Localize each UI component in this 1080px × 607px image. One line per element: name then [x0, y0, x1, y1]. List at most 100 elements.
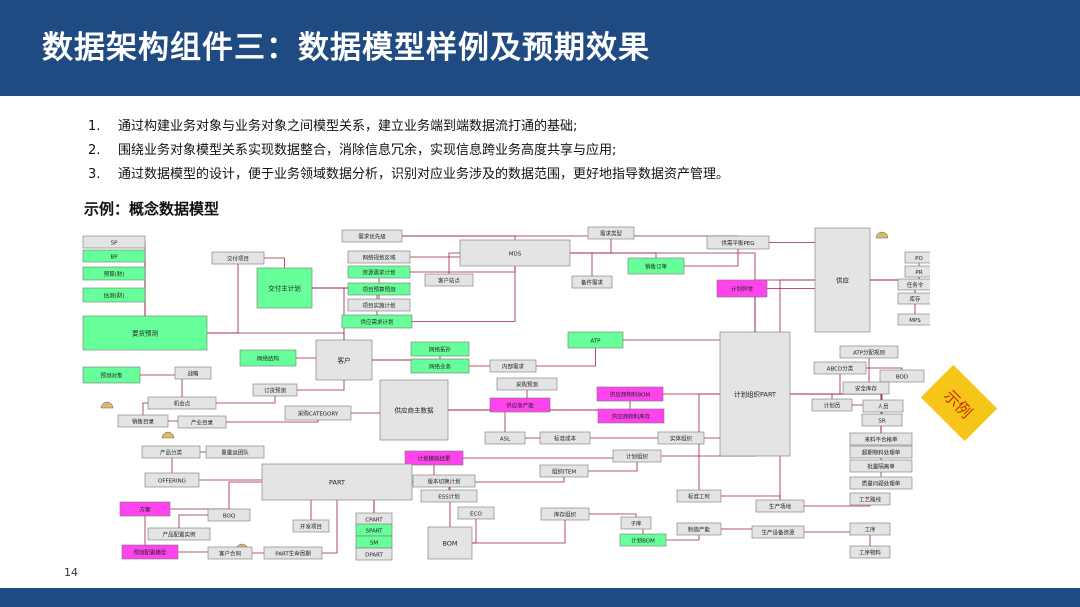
entity-label: 供应商主数据 [395, 405, 435, 414]
entity-label: 计划组织PART [734, 389, 776, 398]
entity-sccd: 生产场地 [755, 499, 805, 513]
entity-label: 采购预测 [516, 380, 539, 388]
entity-label: 安全库存 [855, 384, 878, 392]
entity-gy: 供应 [814, 227, 871, 333]
entity-label: 方案 [139, 505, 151, 513]
entity-bjxq: 备件需求 [571, 275, 613, 289]
entity-gyxqjh: 供应需求计划 [341, 314, 413, 329]
entity-label: ESS计划 [438, 492, 459, 500]
entity-label: 开发项目 [300, 522, 322, 530]
entity-zl: 战略 [174, 366, 212, 380]
entity-label: MPS [909, 318, 921, 324]
entity-boxes: SP BP 预算(财) 估测(财) 要货预测 交付项目交付主计划 需求优先级网络规划区域资源… [82, 226, 930, 561]
entity-label: 工序物料 [859, 548, 882, 556]
entity-atpfp: ATP分配规则 [839, 345, 899, 359]
entity-cgyc: 采购预测 [496, 377, 558, 391]
entity-cpfl: 产品分类 [141, 445, 201, 459]
entity-label: 项目实施计划 [362, 301, 395, 309]
entity-label: 战略 [187, 369, 199, 377]
entity-eco: ECO [457, 506, 495, 520]
entity-gsc: 估测(财) [82, 287, 146, 303]
entity-label: BP [110, 254, 118, 260]
entity-zyxqjh: 资源需求计划 [347, 265, 411, 279]
entity-label: 产品分类 [160, 448, 183, 456]
entity-gxwl: 工序物料 [849, 545, 891, 559]
example-heading: 示例：概念数据模型 [84, 200, 220, 218]
entity-label: 需求优先级 [358, 232, 386, 240]
page-title: 数据架构组件三：数据模型样例及预期效果 [42, 30, 650, 66]
entity-bbqhjh: 版本切换计划 [412, 474, 476, 488]
entity-gysfdbom: 供应商物料BOM [596, 386, 664, 402]
entity-khzd: 客户站点 [424, 273, 474, 287]
entity-label: SP [111, 240, 118, 246]
entity-label: 工序 [864, 525, 876, 533]
entity-label: 机会点 [174, 399, 191, 407]
entity-label: 供需平衡PEG [721, 239, 754, 247]
entity-xsml: 销售目录 [117, 414, 169, 428]
entity-sm: SM [355, 535, 393, 549]
entity-label: 库存 [909, 295, 921, 303]
entity-sp: SP [82, 235, 146, 249]
entity-label: 预算(财) [104, 270, 125, 278]
list-number: 1. [88, 119, 101, 134]
entity-scsbzy: 生产设备资源 [751, 525, 805, 539]
entity-label: 子库 [630, 519, 642, 527]
entity-label: 计划BOM [631, 536, 655, 544]
entity-label: 供应商物料库存 [612, 412, 651, 420]
entity-label: ATP分配规则 [853, 348, 885, 356]
entity-sr: SR [861, 413, 903, 427]
entity-label: 网络拓扑 [429, 345, 452, 353]
entity-label: ABCD分类 [827, 364, 854, 372]
entity-xmgsyc: 项目预算预测 [347, 282, 411, 296]
entity-bzcb: 标准成本 [539, 431, 591, 445]
concept-data-model-diagram: SP BP 预算(财) 估测(财) 要货预测 交付项目交付主计划 需求优先级网络规划区域资源… [82, 226, 930, 561]
entity-label: 资源需求计划 [362, 268, 395, 276]
entity-label: 要货预测 [132, 328, 159, 337]
entity-partsmzq: PART生命周期 [263, 546, 323, 560]
entity-label: 供应商物料BOM [610, 390, 651, 398]
entity-mps: MPS [897, 313, 930, 326]
entity-xsdd: 销售订单 [627, 257, 685, 275]
entity-label: 预测配置模型 [133, 548, 167, 556]
entity-label: 供应商产能 [506, 401, 534, 409]
subtype-marker [161, 431, 175, 439]
entity-bod: BOD [879, 369, 925, 383]
entity-po: PO [904, 251, 930, 264]
entity-label: 备件需求 [581, 278, 604, 286]
entity-bom: BOM [427, 526, 473, 560]
entity-label: 质量问题处理单 [862, 479, 901, 487]
list-text: 通过构建业务对象与业务对象之间模型关系，建立业务端到端数据流打通的基础; [118, 119, 578, 134]
entity-label: 实体组织 [670, 434, 693, 442]
entity-label: SM [370, 540, 378, 546]
entity-gyswlkc: 供应商物料库存 [597, 408, 665, 424]
entity-label: 销售订单 [645, 262, 668, 270]
entity-ysc: 预算(财) [82, 266, 146, 281]
list-text: 围绕业务对象模型关系实现数据整合，消除信息冗余，实现信息跨业务高度共享与应用; [118, 143, 617, 158]
entity-label: CPART [365, 517, 383, 523]
list-number: 3. [88, 167, 101, 182]
entity-xmssjh: 项目实施计划 [347, 298, 411, 312]
entity-gylx: 工艺路线 [849, 492, 891, 506]
entity-jhzz: 计划组织 [612, 449, 662, 463]
entity-dhyc: 订货预测 [252, 383, 298, 397]
entity-jhbom: 计划BOM [619, 533, 667, 547]
entity-abcd: ABCD分类 [813, 361, 867, 375]
entity-zlwtcl: 质量问题处理单 [849, 476, 913, 490]
entity-label: PART生命周期 [275, 549, 311, 557]
entity-label: BOM [442, 539, 457, 547]
entity-gxphpeg: 供需平衡PEG [706, 235, 770, 250]
entity-label: 计划异常 [731, 285, 754, 293]
entity-zk: 子库 [620, 516, 652, 530]
entity-label: 需求类型 [600, 229, 623, 237]
entity-label: 客户站点 [438, 276, 461, 284]
entity-label: 客户 [338, 355, 351, 364]
entity-label: BOD [896, 374, 908, 380]
entity-label: 客户合同 [219, 549, 242, 557]
entity-label: 超期物料处理单 [862, 448, 901, 456]
entity-offering: OFFERING [144, 472, 200, 488]
entity-jfzjh: 交付主计划 [256, 267, 313, 309]
entity-label: 标准成本 [554, 434, 577, 442]
list-item: 2. 围绕业务对象模型关系实现数据整合，消除信息冗余，实现信息跨业务高度共享与应用… [88, 140, 729, 164]
entity-label: SR [878, 418, 885, 424]
entity-jhy: 计划员 [811, 398, 853, 412]
